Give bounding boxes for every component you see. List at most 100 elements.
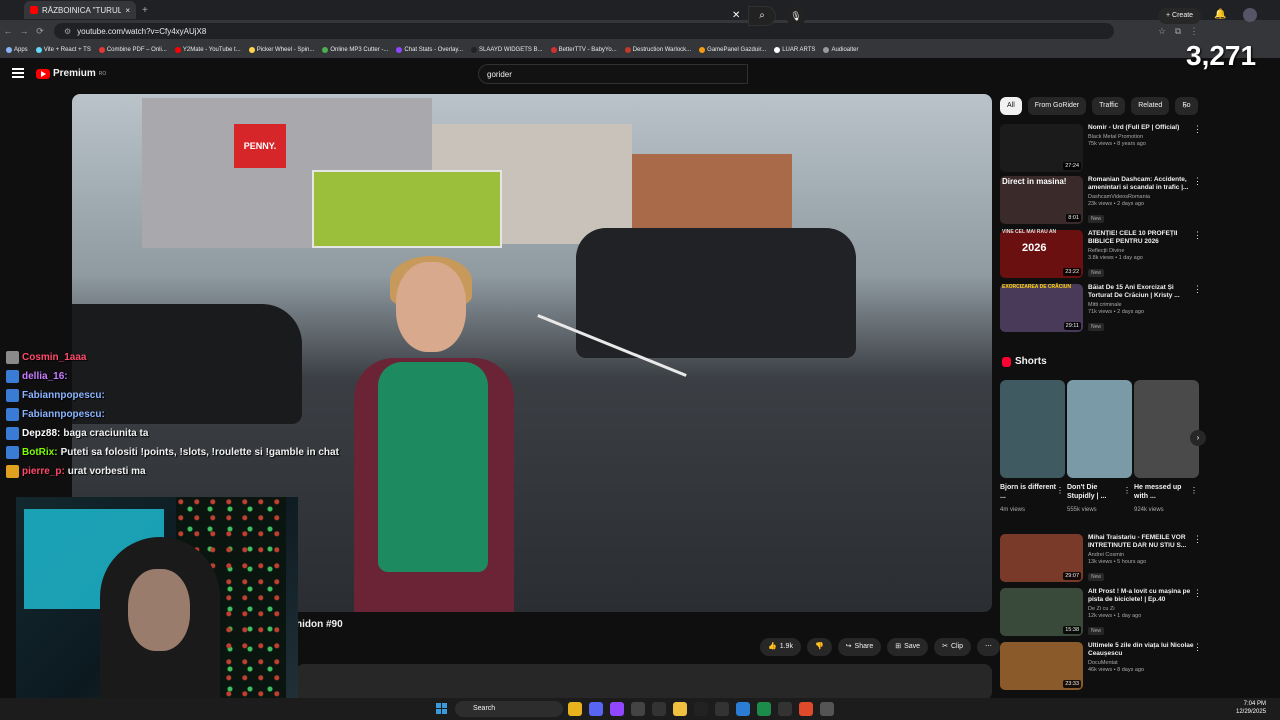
video-title[interactable]: Nomir - Urd (Full EP | Official)	[1088, 124, 1194, 132]
video-thumbnail[interactable]: 29:07	[1000, 534, 1083, 582]
more-options-icon[interactable]: ⋮	[1056, 486, 1064, 495]
video-title[interactable]: Alt Prost ! M-a lovit cu mașina pe pista…	[1088, 588, 1194, 604]
new-tab-icon[interactable]: +	[142, 5, 148, 16]
recommended-video[interactable]: 29:07 Mihai Traistariu - FEMEILE VOR INTR…	[1000, 534, 1202, 582]
taskbar-clock[interactable]: 7:04 PM 12/29/2025	[1236, 700, 1266, 716]
address-bar[interactable]: ⚙ youtube.com/watch?v=Cfy4xyAUjX8	[54, 23, 1114, 39]
channel-name[interactable]: De Zi cu Zi	[1088, 606, 1194, 612]
video-thumbnail[interactable]: 23:22	[1000, 230, 1083, 278]
channel-name[interactable]: DocuMentat	[1088, 660, 1194, 666]
excel-app-icon[interactable]	[757, 702, 771, 716]
menu-icon[interactable]: ⋮	[1186, 26, 1202, 37]
video-thumbnail[interactable]: 23:33	[1000, 642, 1083, 690]
app-icon[interactable]	[652, 702, 666, 716]
shorts-next-icon[interactable]: ›	[1190, 430, 1206, 446]
close-tab-icon[interactable]: ×	[125, 6, 130, 15]
recommended-video[interactable]: 15:38 Alt Prost ! M-a lovit cu mașina pe …	[1000, 588, 1202, 636]
bookmark-item[interactable]: Picker Wheel - Spin...	[248, 47, 314, 53]
chrome-app-icon[interactable]	[568, 702, 582, 716]
channel-name[interactable]: Reflecții Divine	[1088, 248, 1194, 254]
channel-name[interactable]: Andrei Cosmin	[1088, 552, 1194, 558]
app-icon[interactable]	[631, 702, 645, 716]
chip-0[interactable]: All	[1000, 97, 1022, 115]
share-button[interactable]: ↪ Share	[837, 638, 882, 656]
app-icon[interactable]	[820, 702, 834, 716]
short-thumbnail[interactable]	[1000, 380, 1065, 478]
short-title[interactable]: Bjorn is different ...	[1000, 483, 1058, 501]
recommended-video[interactable]: 27:24 Nomir - Urd (Full EP | Official) Bla…	[1000, 124, 1202, 172]
bookmark-item[interactable]: Apps	[6, 47, 28, 53]
video-thumbnail[interactable]: 29:11	[1000, 284, 1083, 332]
bookmark-item[interactable]: Vite + React + TS	[35, 47, 91, 53]
more-options-icon[interactable]: ⋮	[1193, 230, 1202, 241]
short-thumbnail[interactable]	[1134, 380, 1199, 478]
more-actions-button[interactable]: ⋯	[977, 638, 1001, 656]
bookmark-item[interactable]: BetterTTV - BabyYo...	[550, 47, 617, 53]
forward-icon[interactable]: →	[16, 26, 32, 36]
video-title[interactable]: Băiat De 15 Ani Exorcizat Și Torturat De…	[1088, 284, 1194, 300]
chip-2[interactable]: Traffic	[1092, 97, 1126, 115]
channel-name[interactable]: Mitti criminale	[1088, 302, 1194, 308]
recommended-video[interactable]: 23:33 Ultimele 5 zile din viața lui Nicol…	[1000, 642, 1202, 690]
reload-icon[interactable]: ⟳	[32, 26, 48, 37]
brave-app-icon[interactable]	[799, 702, 813, 716]
twitch-app-icon[interactable]	[610, 702, 624, 716]
app-icon[interactable]	[715, 702, 729, 716]
description-box[interactable]	[296, 664, 992, 700]
recommended-video[interactable]: 29:11 Băiat De 15 Ani Exorcizat Și Tortur…	[1000, 284, 1202, 332]
short-title[interactable]: Don't Die Stupidly | ...	[1067, 483, 1125, 501]
notifications-bell-icon[interactable]: 🔔	[1214, 9, 1226, 20]
video-title[interactable]: Mihai Traistariu - FEMEILE VOR INTRETINU…	[1088, 534, 1194, 550]
chip-1[interactable]: From GoRider	[1027, 97, 1087, 115]
more-options-icon[interactable]: ⋮	[1193, 176, 1202, 187]
more-options-icon[interactable]: ⋮	[1193, 284, 1202, 295]
edge-app-icon[interactable]	[736, 702, 750, 716]
channel-name[interactable]: Black Metal Promotion	[1088, 134, 1194, 140]
star-icon[interactable]: ☆	[1154, 26, 1170, 37]
more-options-icon[interactable]: ⋮	[1123, 486, 1131, 495]
clear-search-icon[interactable]: ✕	[732, 10, 740, 21]
video-thumbnail[interactable]: 15:38	[1000, 588, 1083, 636]
file-explorer-icon[interactable]	[673, 702, 687, 716]
more-options-icon[interactable]: ⋮	[1193, 588, 1202, 599]
like-button[interactable]: 👍 1.9k	[760, 638, 801, 656]
hamburger-menu-icon[interactable]	[12, 68, 24, 78]
more-options-icon[interactable]: ⋮	[1190, 486, 1198, 495]
bookmark-item[interactable]: LUAR ARTS	[774, 47, 815, 53]
youtube-logo[interactable]: Premium RO	[36, 68, 106, 79]
search-input[interactable]: gorider	[478, 64, 748, 84]
bookmark-item[interactable]: Chat Stats - Overlay...	[396, 47, 463, 53]
bookmark-item[interactable]: Combine PDF – Onli...	[98, 47, 167, 53]
app-icon[interactable]	[778, 702, 792, 716]
video-thumbnail[interactable]: 27:24	[1000, 124, 1083, 172]
video-title[interactable]: ATENȚIE! CELE 10 PROFEȚII BIBLICE PENTRU…	[1088, 230, 1194, 246]
video-title[interactable]: Romanian Dashcam: Accidente, amenintari …	[1088, 176, 1194, 192]
account-avatar[interactable]	[1243, 8, 1257, 22]
search-button[interactable]: ⌕	[748, 6, 776, 26]
recommended-video[interactable]: 23:22 ATENȚIE! CELE 10 PROFEȚII BIBLICE P…	[1000, 230, 1202, 278]
site-info-icon[interactable]: ⚙	[64, 27, 71, 36]
clip-button[interactable]: ✂ Clip	[934, 638, 972, 656]
chevron-right-icon[interactable]: ›	[1184, 100, 1187, 110]
channel-name[interactable]: DashcamVideosRomania	[1088, 194, 1194, 200]
back-icon[interactable]: ←	[0, 26, 16, 36]
app-icon[interactable]	[694, 702, 708, 716]
bookmark-item[interactable]: SLAAYD WIDGETS B...	[470, 47, 543, 53]
more-options-icon[interactable]: ⋮	[1193, 124, 1202, 135]
more-options-icon[interactable]: ⋮	[1193, 642, 1202, 653]
create-button[interactable]: + Create	[1158, 8, 1202, 24]
more-options-icon[interactable]: ⋮	[1193, 534, 1202, 545]
browser-tab[interactable]: RĂZBOINICA "TURUL 2 ÎNAPOI ×	[24, 1, 136, 19]
bookmark-item[interactable]: Destruction Warlock...	[624, 47, 691, 53]
bookmark-item[interactable]: Y2Mate - YouTube t...	[174, 47, 241, 53]
video-title[interactable]: Ultimele 5 zile din viața lui Nicolae Ce…	[1088, 642, 1194, 658]
bookmark-item[interactable]: Online MP3 Cutter -...	[322, 47, 388, 53]
taskbar-search[interactable]: Search	[455, 701, 563, 717]
windows-start-icon[interactable]	[436, 703, 447, 714]
short-thumbnail[interactable]	[1067, 380, 1132, 478]
bookmark-item[interactable]: Audioalter	[823, 47, 858, 53]
extensions-icon[interactable]: ⧉	[1170, 26, 1186, 37]
save-button[interactable]: ⊞ Save	[887, 638, 929, 656]
chip-3[interactable]: Related	[1131, 97, 1170, 115]
short-title[interactable]: He messed up with ...	[1134, 483, 1192, 501]
